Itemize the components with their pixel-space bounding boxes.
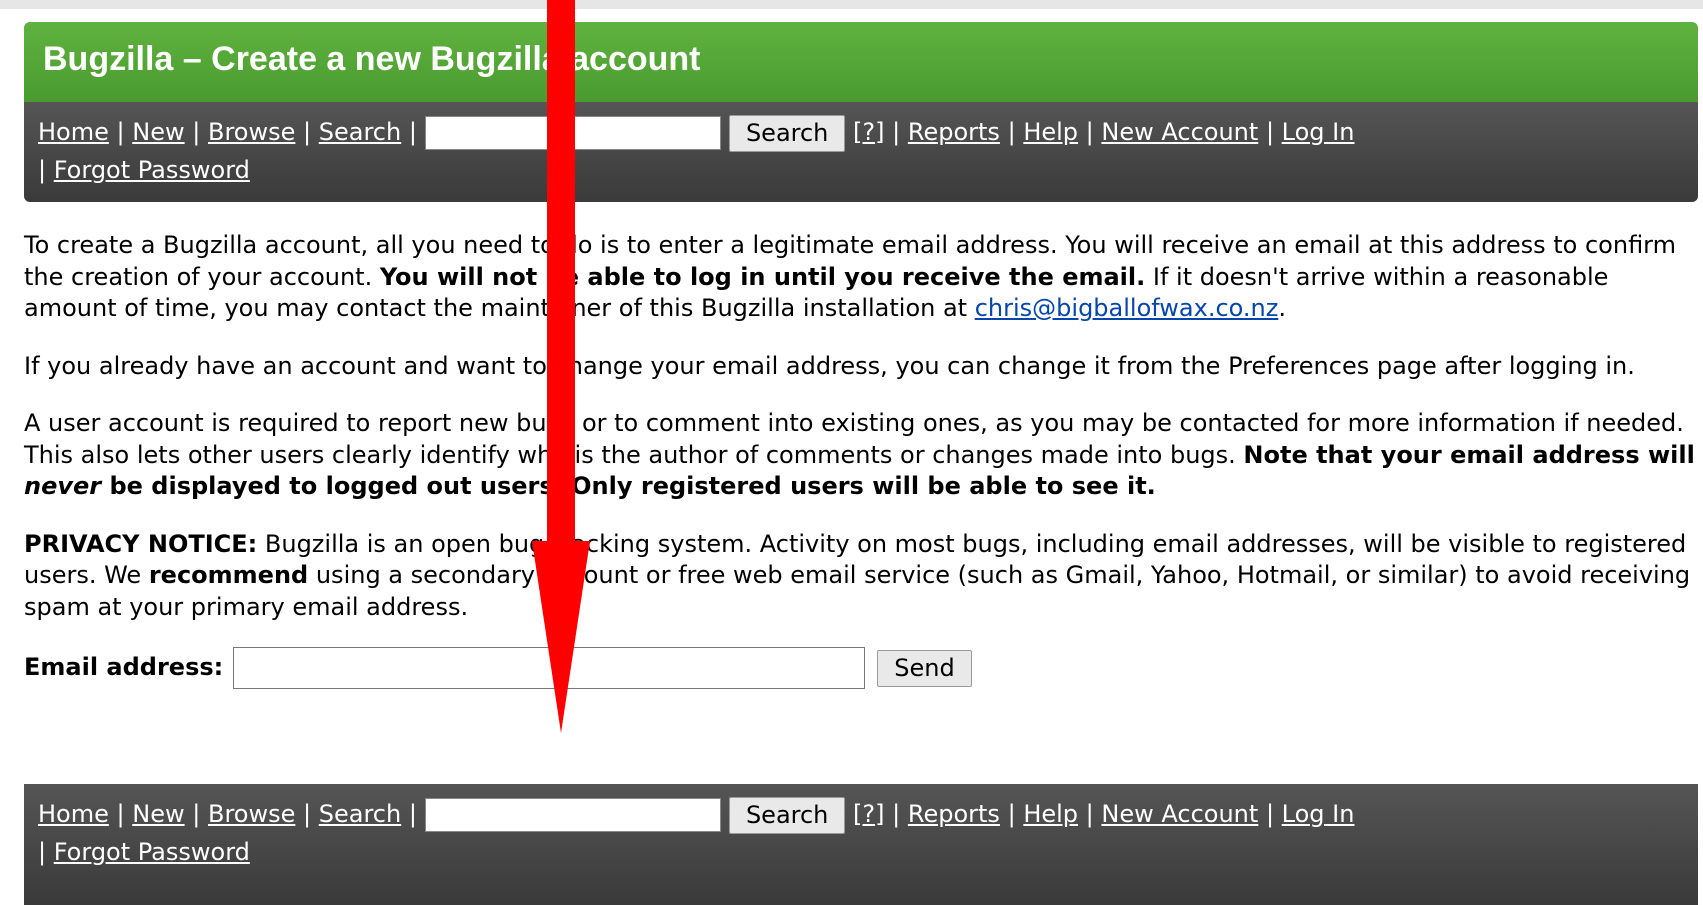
nav-separator: |	[1007, 118, 1016, 146]
nav-browse-link[interactable]: Browse	[208, 118, 295, 146]
nav-separator: |	[1007, 800, 1016, 828]
quicksearch-input[interactable]	[424, 116, 721, 150]
nav-separator: |	[892, 800, 901, 828]
nav-separator: |	[38, 837, 47, 866]
intro-paragraph: To create a Bugzilla account, all you ne…	[24, 230, 1696, 325]
quicksearch-button[interactable]: Search	[728, 114, 846, 152]
nav-separator: |	[116, 800, 125, 828]
page-title: Bugzilla – Create a new Bugzilla account	[43, 40, 701, 78]
nav-search-link[interactable]: Search	[319, 118, 401, 146]
nav-new-link[interactable]: New	[132, 118, 184, 146]
nav-separator: |	[192, 800, 201, 828]
send-button[interactable]: Send	[877, 649, 972, 687]
nav-help-link[interactable]: Help	[1023, 118, 1078, 146]
quicksearch-input[interactable]	[424, 798, 721, 832]
email-label: Email address:	[24, 653, 224, 682]
nav-separator: |	[1265, 800, 1275, 828]
footer-nav: Home | New | Browse | Search | Search [?]…	[24, 784, 1698, 905]
nav-forgot-password-link[interactable]: Forgot Password	[54, 156, 250, 184]
nav-login-link[interactable]: Log In	[1282, 800, 1355, 828]
change-email-paragraph: If you already have an account and want …	[24, 351, 1635, 380]
nav-new-account-link[interactable]: New Account	[1101, 118, 1258, 146]
create-account-form: Email address: Send	[24, 647, 1696, 689]
nav-separator: |	[303, 800, 312, 828]
nav-reports-link[interactable]: Reports	[908, 118, 1000, 146]
nav-separator: |	[892, 118, 901, 146]
nav-forgot-password-link[interactable]: Forgot Password	[54, 838, 250, 866]
nav-separator: |	[192, 118, 201, 146]
nav-home-link[interactable]: Home	[38, 118, 109, 146]
email-input[interactable]	[233, 647, 866, 689]
nav-separator: |	[1085, 118, 1094, 146]
nav-separator: |	[116, 118, 125, 146]
quicksearch-button[interactable]: Search	[728, 796, 846, 834]
nav-new-link[interactable]: New	[132, 800, 184, 828]
nav-separator: |	[1085, 800, 1094, 828]
top-strip	[0, 0, 1703, 9]
maintainer-email-link[interactable]: chris@bigballofwax.co.nz	[975, 294, 1279, 322]
intro-end: .	[1278, 294, 1286, 322]
email-visibility-note-end: be displayed to logged out users. Only r…	[101, 472, 1156, 500]
nav-help-link[interactable]: Help	[1023, 800, 1078, 828]
nav-separator: |	[303, 118, 312, 146]
privacy-notice-paragraph: PRIVACY NOTICE: Bugzilla is an open bug …	[24, 529, 1696, 624]
nav-separator: |	[1265, 118, 1275, 146]
header-nav: Home | New | Browse | Search | Search [?]…	[24, 102, 1698, 202]
nav-reports-link[interactable]: Reports	[908, 800, 1000, 828]
page-header: Bugzilla – Create a new Bugzilla account	[24, 22, 1698, 102]
quicksearch-help-link[interactable]: [?]	[853, 800, 884, 828]
privacy-notice-label: PRIVACY NOTICE:	[24, 529, 258, 558]
nav-separator: |	[408, 800, 417, 828]
nav-browse-link[interactable]: Browse	[208, 800, 295, 828]
intro-warning: You will not be able to log in until you…	[379, 262, 1146, 291]
email-visibility-note-text: Note that your email address will	[1243, 440, 1695, 469]
account-required-paragraph: A user account is required to report new…	[24, 408, 1696, 503]
quicksearch-help-link[interactable]: [?]	[853, 118, 884, 146]
nav-home-link[interactable]: Home	[38, 800, 109, 828]
nav-search-link[interactable]: Search	[319, 800, 401, 828]
privacy-recommend: recommend	[148, 561, 309, 589]
nav-new-account-link[interactable]: New Account	[1101, 800, 1258, 828]
email-visibility-emphasis: never	[24, 472, 102, 500]
nav-separator: |	[38, 155, 47, 184]
nav-login-link[interactable]: Log In	[1282, 118, 1355, 146]
nav-separator: |	[408, 118, 417, 146]
main-content: To create a Bugzilla account, all you ne…	[24, 230, 1696, 689]
